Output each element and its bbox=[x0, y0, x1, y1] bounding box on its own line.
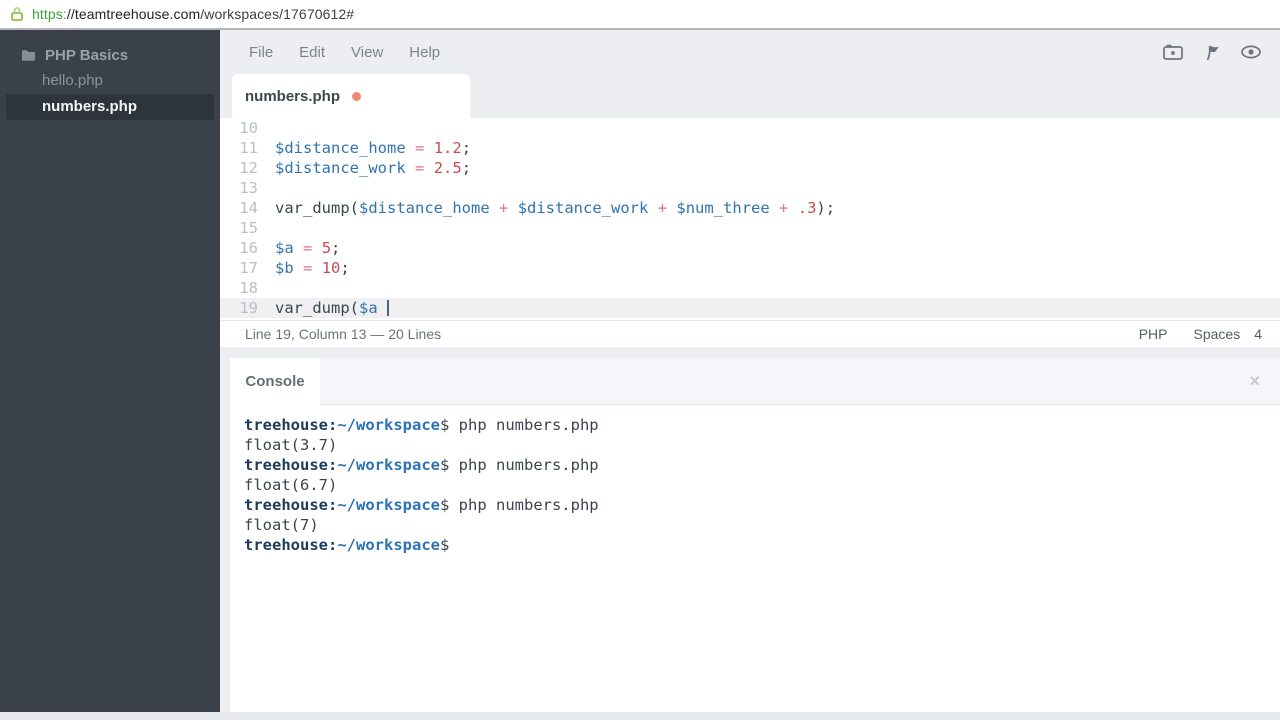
fork-icon bbox=[1202, 42, 1222, 62]
code-text: $b = 10; bbox=[275, 258, 350, 278]
code-text: var_dump($distance_home + $distance_work… bbox=[275, 198, 835, 218]
console-output: treehouse:~/workspace$ php numbers.phpfl… bbox=[244, 415, 1280, 555]
code-text: $distance_home = 1.2; bbox=[275, 138, 471, 158]
terminal-output-line: float(6.7) bbox=[244, 475, 1280, 495]
terminal-command-line: treehouse:~/workspace$ php numbers.php bbox=[244, 455, 1280, 475]
code-line-11[interactable]: 11 $distance_home = 1.2; bbox=[220, 138, 1280, 158]
close-icon[interactable]: × bbox=[1249, 372, 1260, 390]
url-path: /workspaces/17670612# bbox=[200, 6, 354, 22]
sidebar-item-numbers-php[interactable]: numbers.php bbox=[6, 94, 214, 120]
line-number: 16 bbox=[220, 238, 258, 258]
workspace-main: FileEditViewHelp bbox=[220, 30, 1280, 712]
code-line-12[interactable]: 12 $distance_work = 2.5; bbox=[220, 158, 1280, 178]
prompt-symbol: $ bbox=[440, 496, 449, 514]
prompt-user: treehouse: bbox=[244, 496, 337, 514]
url-scheme: https: bbox=[32, 6, 67, 22]
line-number: 17 bbox=[220, 258, 258, 278]
prompt-symbol: $ bbox=[440, 456, 449, 474]
eye-button[interactable] bbox=[1240, 42, 1262, 62]
camera-button[interactable] bbox=[1162, 42, 1184, 62]
prompt-path: ~/workspace bbox=[337, 536, 440, 554]
browser-address-bar: https://teamtreehouse.com/workspaces/176… bbox=[0, 0, 1280, 30]
terminal-output-line: float(7) bbox=[244, 515, 1280, 535]
camera-icon bbox=[1162, 42, 1184, 62]
eye-icon bbox=[1240, 42, 1262, 62]
terminal-command-line: treehouse:~/workspace$ bbox=[244, 535, 1280, 555]
project-name: PHP Basics bbox=[45, 47, 128, 64]
prompt-user: treehouse: bbox=[244, 456, 337, 474]
file-list: hello.phpnumbers.php bbox=[0, 68, 220, 120]
console-panel: Console × treehouse:~/workspace$ php num… bbox=[230, 358, 1280, 712]
padlock-icon bbox=[10, 6, 24, 22]
code-line-17[interactable]: 17 $b = 10; bbox=[220, 258, 1280, 278]
code-text: var_dump($a bbox=[275, 298, 389, 318]
menu-items: FileEditViewHelp bbox=[236, 44, 453, 61]
status-right: PHP Spaces 4 bbox=[1139, 326, 1262, 342]
tab-numbers-php[interactable]: numbers.php bbox=[232, 74, 470, 118]
prompt-path: ~/workspace bbox=[337, 496, 440, 514]
url-text[interactable]: https://teamtreehouse.com/workspaces/176… bbox=[32, 6, 354, 22]
line-number: 13 bbox=[220, 178, 258, 198]
editor-menu-bar: FileEditViewHelp bbox=[220, 30, 1280, 74]
tab-label: numbers.php bbox=[245, 88, 340, 105]
fork-button[interactable] bbox=[1202, 42, 1222, 62]
sidebar-project-php-basics[interactable]: PHP Basics bbox=[0, 42, 220, 68]
cursor-position-status: Line 19, Column 13 — 20 Lines bbox=[245, 326, 441, 342]
code-text: $distance_work = 2.5; bbox=[275, 158, 471, 178]
menu-item-view[interactable]: View bbox=[338, 44, 396, 61]
text-cursor bbox=[387, 300, 389, 316]
code-line-13[interactable]: 13 bbox=[220, 178, 1280, 198]
code-text: $a = 5; bbox=[275, 238, 340, 258]
indent-type: Spaces bbox=[1194, 326, 1241, 342]
line-number: 15 bbox=[220, 218, 258, 238]
console-title: Console bbox=[245, 373, 304, 390]
editor-status-bar: Line 19, Column 13 — 20 Lines PHP Spaces… bbox=[220, 320, 1280, 347]
code-line-16[interactable]: 16 $a = 5; bbox=[220, 238, 1280, 258]
sidebar-item-hello-php[interactable]: hello.php bbox=[0, 68, 220, 94]
terminal-command: php numbers.php bbox=[449, 416, 598, 434]
terminal-command: php numbers.php bbox=[449, 456, 598, 474]
terminal-output-line: float(3.7) bbox=[244, 435, 1280, 455]
line-number: 18 bbox=[220, 278, 258, 298]
code-line-14[interactable]: 14 var_dump($distance_home + $distance_wo… bbox=[220, 198, 1280, 218]
console-tab[interactable]: Console bbox=[230, 358, 320, 405]
line-number: 10 bbox=[220, 118, 258, 138]
language-mode: PHP bbox=[1139, 326, 1168, 342]
prompt-symbol: $ bbox=[440, 536, 449, 554]
prompt-user: treehouse: bbox=[244, 416, 337, 434]
editor-tab-bar: numbers.php bbox=[220, 74, 1280, 118]
prompt-path: ~/workspace bbox=[337, 416, 440, 434]
line-number: 11 bbox=[220, 138, 258, 158]
code-line-18[interactable]: 18 bbox=[220, 278, 1280, 298]
file-tree-sidebar: PHP Basics hello.phpnumbers.php bbox=[0, 30, 220, 712]
line-number: 14 bbox=[220, 198, 258, 218]
terminal-command: php numbers.php bbox=[449, 496, 598, 514]
code-line-15[interactable]: 15 bbox=[220, 218, 1280, 238]
unsaved-changes-dot bbox=[352, 92, 361, 101]
folder-icon bbox=[21, 49, 36, 62]
menu-item-file[interactable]: File bbox=[236, 44, 286, 61]
terminal-command-line: treehouse:~/workspace$ php numbers.php bbox=[244, 495, 1280, 515]
menu-item-edit[interactable]: Edit bbox=[286, 44, 338, 61]
code-editor[interactable]: 1011 $distance_home = 1.2; 12 $distance_wor… bbox=[220, 118, 1280, 320]
line-number: 19 bbox=[220, 298, 258, 318]
prompt-user: treehouse: bbox=[244, 536, 337, 554]
terminal-command-line: treehouse:~/workspace$ php numbers.php bbox=[244, 415, 1280, 435]
indent-size: 4 bbox=[1254, 326, 1262, 342]
code-lines: 1011 $distance_home = 1.2; 12 $distance_wor… bbox=[220, 118, 1280, 318]
url-domain: //teamtreehouse.com bbox=[67, 6, 200, 22]
terminal[interactable]: treehouse:~/workspace$ php numbers.phpfl… bbox=[230, 405, 1280, 555]
console-header: Console × bbox=[230, 358, 1280, 405]
menu-item-help[interactable]: Help bbox=[396, 44, 453, 61]
code-line-10[interactable]: 10 bbox=[220, 118, 1280, 138]
toolbar-icons bbox=[1162, 42, 1262, 62]
bottom-strip bbox=[0, 712, 1280, 720]
prompt-path: ~/workspace bbox=[337, 456, 440, 474]
prompt-symbol: $ bbox=[440, 416, 449, 434]
line-number: 12 bbox=[220, 158, 258, 178]
code-line-19[interactable]: 19 var_dump($a bbox=[220, 298, 1280, 318]
